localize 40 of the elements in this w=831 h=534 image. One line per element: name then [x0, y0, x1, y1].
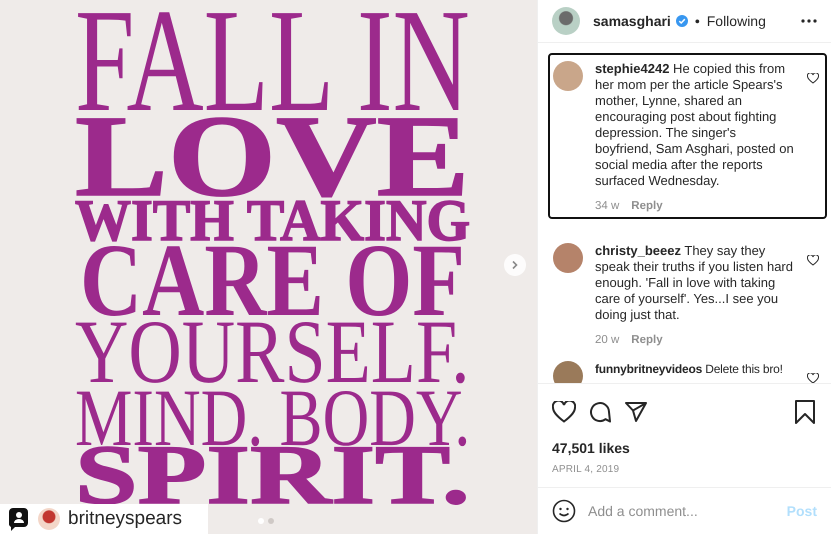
quote-line: FALL IN	[75, 12, 470, 110]
comment-icon[interactable]	[588, 400, 612, 424]
avatar	[553, 243, 583, 273]
avatar	[553, 361, 583, 383]
carousel-dot[interactable]	[268, 518, 274, 524]
quote-line: MIND. BODY.	[75, 391, 470, 445]
separator: •	[694, 13, 700, 29]
tag-label[interactable]: britneyspears	[0, 504, 208, 534]
share-icon[interactable]	[624, 400, 648, 424]
heart-icon[interactable]	[807, 255, 819, 266]
quote-line: YOURSELF.	[75, 322, 470, 382]
avatar	[553, 61, 583, 91]
comment-item[interactable]	[548, 53, 827, 219]
chevron-right-icon	[510, 260, 520, 270]
quote-line: SPIRIT.	[75, 448, 470, 504]
tagged-username: britneyspears	[68, 508, 182, 530]
comment-item[interactable]: christy_beeez They say they speak their truths if you listen hard enough. 'Fall in love with taking care of yourself'. Yes...I see you doing just that. 20 w Reply	[548, 235, 827, 353]
likes-count[interactable]: 47,501 likes	[538, 432, 831, 456]
post-date: APRIL 4, 2019	[551, 463, 620, 477]
comment-item[interactable]: funnybritneyvideos Delete this bro!	[548, 353, 827, 383]
quote-line: WITH TAKING	[75, 201, 470, 240]
user-tag-icon	[6, 507, 30, 531]
bookmark-icon[interactable]	[795, 400, 815, 424]
quote-line: CARE OF	[80, 246, 465, 315]
comment-age: 20 w	[595, 333, 620, 347]
next-button[interactable]	[504, 254, 526, 276]
follow-status-button[interactable]: Following	[706, 13, 766, 29]
avatar	[38, 508, 60, 530]
heart-icon[interactable]	[807, 73, 819, 84]
comment-text: stephie4242 He copied this from her mom per the article Spears's mother, Lynne, shared an encouraging post about fighting depression. The singer's boyfriend, Sam Asghari, posted on social media after the reports surfaced Wednesday.	[595, 61, 795, 189]
heart-icon[interactable]	[552, 401, 576, 423]
comment-age: 34 w	[595, 199, 620, 213]
emoji-icon[interactable]	[552, 499, 576, 523]
heart-icon[interactable]	[807, 373, 819, 383]
comment-text: funnybritneyvideos Delete this bro!	[595, 361, 784, 377]
more-options-icon[interactable]	[801, 19, 817, 23]
username[interactable]: samasghari	[593, 13, 671, 29]
quote-line: LOVE	[75, 118, 470, 195]
comment-text: christy_beeez They say they speak their truths if you listen hard enough. 'Fall in love with taking care of yourself'. Yes...I see you doing just that.	[595, 243, 794, 323]
avatar[interactable]	[552, 7, 580, 35]
